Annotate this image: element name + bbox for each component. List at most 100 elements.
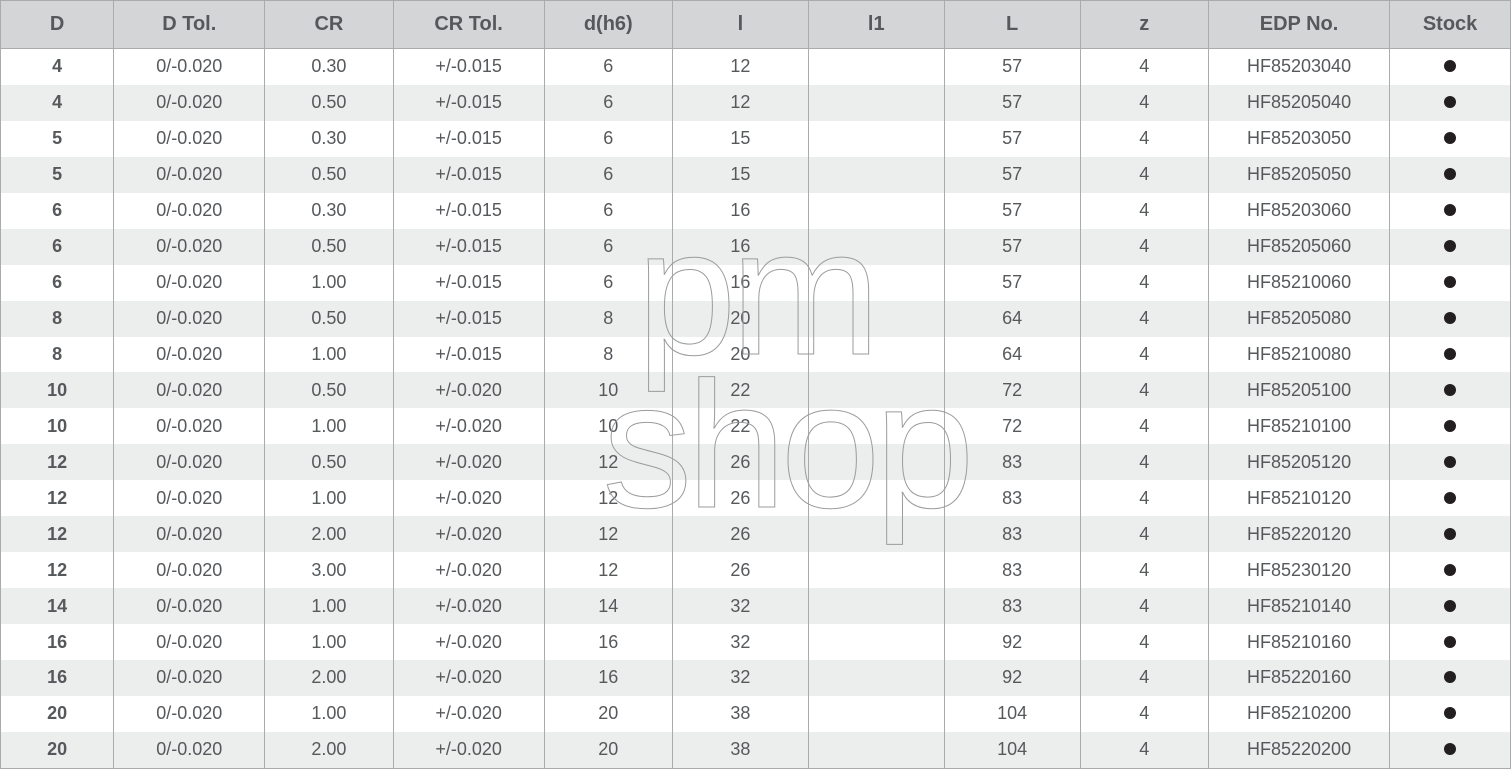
cell-cr: 1.00: [265, 696, 393, 732]
header-d: D: [1, 1, 114, 49]
cell-dtol: 0/-0.020: [114, 157, 265, 193]
table-row: 40/-0.0200.50+/-0.015612574HF85205040: [1, 85, 1511, 121]
stock-dot-icon: [1444, 96, 1456, 108]
header-stock: Stock: [1390, 1, 1511, 49]
spec-table-container: D D Tol. CR CR Tol. d(h6) l l1 L z EDP N…: [0, 0, 1511, 769]
header-crtol: CR Tol.: [393, 1, 544, 49]
cell-edp: HF85205050: [1208, 157, 1389, 193]
cell-d: 12: [1, 552, 114, 588]
spec-table: D D Tol. CR CR Tol. d(h6) l l1 L z EDP N…: [0, 0, 1511, 769]
cell-dtol: 0/-0.020: [114, 301, 265, 337]
cell-crtol: +/-0.020: [393, 444, 544, 480]
cell-l: 15: [672, 157, 808, 193]
stock-dot-icon: [1444, 492, 1456, 504]
cell-stock: [1390, 516, 1511, 552]
cell-edp: HF85210120: [1208, 480, 1389, 516]
cell-dtol: 0/-0.020: [114, 229, 265, 265]
cell-L: 57: [944, 229, 1080, 265]
cell-l1: [808, 444, 944, 480]
cell-z: 4: [1080, 265, 1208, 301]
cell-l: 16: [672, 265, 808, 301]
cell-edp: HF85220200: [1208, 732, 1389, 769]
stock-dot-icon: [1444, 384, 1456, 396]
cell-d: 5: [1, 157, 114, 193]
cell-L: 57: [944, 121, 1080, 157]
cell-dh6: 20: [544, 696, 672, 732]
cell-L: 104: [944, 696, 1080, 732]
cell-l1: [808, 157, 944, 193]
cell-L: 104: [944, 732, 1080, 769]
stock-dot-icon: [1444, 132, 1456, 144]
cell-dtol: 0/-0.020: [114, 516, 265, 552]
cell-l1: [808, 732, 944, 769]
cell-l1: [808, 408, 944, 444]
cell-dh6: 6: [544, 157, 672, 193]
cell-cr: 0.50: [265, 372, 393, 408]
table-row: 50/-0.0200.50+/-0.015615574HF85205050: [1, 157, 1511, 193]
cell-l1: [808, 337, 944, 373]
cell-L: 83: [944, 480, 1080, 516]
cell-edp: HF85210200: [1208, 696, 1389, 732]
cell-L: 64: [944, 301, 1080, 337]
cell-dh6: 8: [544, 337, 672, 373]
cell-crtol: +/-0.020: [393, 372, 544, 408]
cell-edp: HF85205060: [1208, 229, 1389, 265]
cell-d: 6: [1, 229, 114, 265]
cell-cr: 2.00: [265, 660, 393, 696]
cell-l: 20: [672, 337, 808, 373]
cell-d: 5: [1, 121, 114, 157]
cell-d: 12: [1, 516, 114, 552]
cell-z: 4: [1080, 301, 1208, 337]
cell-z: 4: [1080, 552, 1208, 588]
cell-edp: HF85205080: [1208, 301, 1389, 337]
cell-cr: 2.00: [265, 516, 393, 552]
cell-stock: [1390, 301, 1511, 337]
cell-l: 32: [672, 624, 808, 660]
cell-dtol: 0/-0.020: [114, 624, 265, 660]
cell-crtol: +/-0.015: [393, 229, 544, 265]
cell-L: 83: [944, 552, 1080, 588]
cell-stock: [1390, 157, 1511, 193]
cell-cr: 1.00: [265, 480, 393, 516]
cell-z: 4: [1080, 516, 1208, 552]
table-row: 80/-0.0200.50+/-0.015820644HF85205080: [1, 301, 1511, 337]
cell-crtol: +/-0.015: [393, 85, 544, 121]
cell-cr: 0.30: [265, 193, 393, 229]
cell-stock: [1390, 372, 1511, 408]
cell-d: 16: [1, 624, 114, 660]
cell-l: 16: [672, 193, 808, 229]
cell-stock: [1390, 696, 1511, 732]
cell-cr: 1.00: [265, 624, 393, 660]
cell-L: 72: [944, 372, 1080, 408]
cell-dh6: 6: [544, 121, 672, 157]
cell-dtol: 0/-0.020: [114, 660, 265, 696]
table-row: 200/-0.0202.00+/-0.02020381044HF85220200: [1, 732, 1511, 769]
cell-l: 32: [672, 588, 808, 624]
stock-dot-icon: [1444, 348, 1456, 360]
cell-crtol: +/-0.015: [393, 337, 544, 373]
cell-stock: [1390, 444, 1511, 480]
cell-l: 38: [672, 732, 808, 769]
table-row: 100/-0.0201.00+/-0.0201022724HF85210100: [1, 408, 1511, 444]
cell-crtol: +/-0.015: [393, 49, 544, 85]
cell-stock: [1390, 480, 1511, 516]
table-row: 60/-0.0200.30+/-0.015616574HF85203060: [1, 193, 1511, 229]
cell-l: 22: [672, 408, 808, 444]
cell-stock: [1390, 337, 1511, 373]
table-row: 60/-0.0201.00+/-0.015616574HF85210060: [1, 265, 1511, 301]
cell-d: 20: [1, 732, 114, 769]
cell-crtol: +/-0.015: [393, 265, 544, 301]
cell-crtol: +/-0.015: [393, 301, 544, 337]
cell-d: 6: [1, 265, 114, 301]
cell-edp: HF85210140: [1208, 588, 1389, 624]
cell-crtol: +/-0.020: [393, 660, 544, 696]
cell-l1: [808, 85, 944, 121]
cell-stock: [1390, 732, 1511, 769]
cell-d: 8: [1, 301, 114, 337]
cell-z: 4: [1080, 660, 1208, 696]
cell-dtol: 0/-0.020: [114, 444, 265, 480]
cell-L: 83: [944, 588, 1080, 624]
cell-l: 22: [672, 372, 808, 408]
cell-L: 57: [944, 85, 1080, 121]
cell-dtol: 0/-0.020: [114, 480, 265, 516]
